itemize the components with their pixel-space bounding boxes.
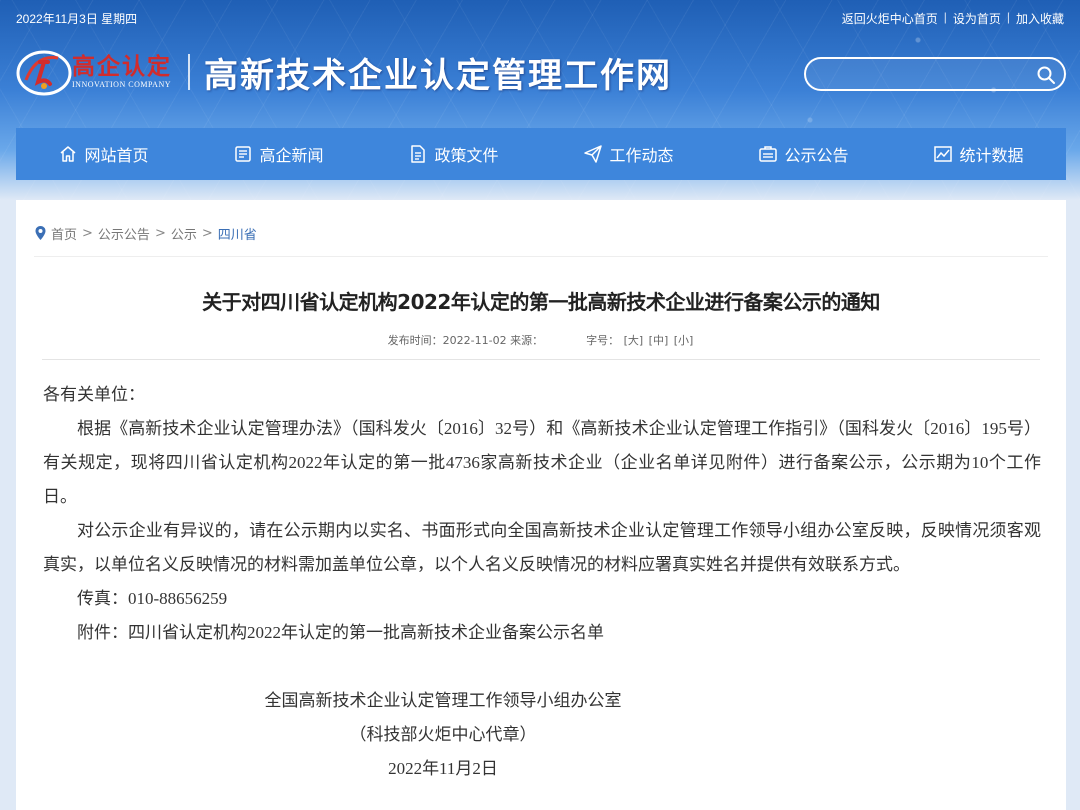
attachment-line: 附件：四川省认定机构2022年认定的第一批高新技术企业备案公示名单: [77, 623, 604, 642]
paragraph: 对公示企业有异议的，请在公示期内以实名、书面形式向全国高新技术企业认定管理工作领…: [43, 521, 1041, 574]
breadcrumb-current[interactable]: 四川省: [218, 224, 257, 243]
breadcrumb-separator: >: [201, 225, 213, 241]
signature-date: 2022年11月2日: [388, 759, 498, 778]
logo-en-text: INNOVATION COMPANY: [72, 80, 172, 89]
search-box: [804, 57, 1066, 91]
source-label: 来源：: [510, 334, 544, 347]
breadcrumb-separator: >: [154, 225, 166, 241]
nav-item-home[interactable]: 网站首页: [16, 128, 191, 180]
current-date: 2022年11月3日 星期四: [16, 12, 138, 26]
link-set-homepage[interactable]: 设为首页: [953, 10, 1001, 27]
font-size-small[interactable]: [小]: [674, 334, 694, 347]
logo-text: 高企认定 INNOVATION COMPANY: [72, 54, 172, 90]
search-input[interactable]: [818, 63, 1028, 85]
content-panel: 首页 > 公示公告 > 公示 > 四川省 关于对四川省认定机构2022年认定的第…: [16, 200, 1066, 810]
nav-item-stats[interactable]: 统计数据: [891, 128, 1066, 180]
news-icon: [235, 146, 252, 162]
main-nav: 网站首页 高企新闻 政策文件 工作动态 公示公告 统计数据: [16, 128, 1066, 180]
logo-cn-text: 高企认定: [72, 54, 172, 80]
site-title: 高新技术企业认定管理工作网: [204, 55, 672, 96]
breadcrumb-home[interactable]: 首页: [51, 224, 77, 243]
fontsize-label: 字号：: [586, 334, 620, 347]
nav-label: 工作动态: [609, 146, 674, 165]
font-size-medium[interactable]: [中]: [649, 334, 669, 347]
nav-label: 公示公告: [784, 146, 849, 165]
fax-line: 传真：010-88656259: [77, 589, 228, 608]
divider: [34, 256, 1048, 257]
link-add-favorite[interactable]: 加入收藏: [1016, 10, 1064, 27]
nav-label: 高企新闻: [259, 146, 324, 165]
notice-icon: [759, 146, 778, 162]
published-label: 发布时间：: [387, 334, 443, 347]
send-icon: [584, 145, 603, 163]
document-icon: [411, 145, 426, 163]
breadcrumb-publicity[interactable]: 公示: [171, 224, 197, 243]
home-icon: [60, 146, 76, 162]
nav-label: 政策文件: [434, 146, 499, 165]
salutation: 各有关单位：: [43, 385, 145, 404]
link-torch-home[interactable]: 返回火炬中心首页: [842, 10, 938, 27]
article-body: 各有关单位： 根据《高新技术企业认定管理办法》（国科发火〔2016〕32号）和《…: [43, 378, 1041, 786]
search-icon[interactable]: [1036, 65, 1056, 85]
top-bar: 2022年11月3日 星期四 返回火炬中心首页 | 设为首页 | 加入收藏: [16, 8, 1064, 28]
font-size-large[interactable]: [大]: [624, 334, 644, 347]
separator: |: [1006, 10, 1010, 24]
signature-seal: （科技部火炬中心代章）: [349, 725, 537, 744]
nav-item-work[interactable]: 工作动态: [541, 128, 716, 180]
breadcrumb-notices[interactable]: 公示公告: [98, 224, 150, 243]
logo-emblem-icon: [14, 42, 74, 102]
nav-label: 统计数据: [959, 146, 1024, 165]
location-pin-icon: [35, 226, 46, 240]
nav-item-policy[interactable]: 政策文件: [366, 128, 541, 180]
separator: |: [943, 10, 947, 24]
top-links: 返回火炬中心首页 | 设为首页 | 加入收藏: [842, 10, 1064, 27]
paragraph: 根据《高新技术企业认定管理办法》（国科发火〔2016〕32号）和《高新技术企业认…: [43, 419, 1041, 506]
breadcrumb: 首页 > 公示公告 > 公示 > 四川省: [34, 224, 257, 243]
site-logo[interactable]: 高企认定 INNOVATION COMPANY 高新技术企业认定管理工作网: [14, 42, 694, 102]
nav-item-news[interactable]: 高企新闻: [191, 128, 366, 180]
nav-item-notices[interactable]: 公示公告: [716, 128, 891, 180]
logo-divider: [188, 54, 190, 90]
breadcrumb-separator: >: [82, 225, 93, 241]
article-meta: 发布时间：2022-11-02 来源： 字号： [大] [中] [小]: [16, 332, 1066, 348]
chart-icon: [934, 146, 953, 162]
published-date: 2022-11-02: [442, 334, 507, 347]
article-title: 关于对四川省认定机构2022年认定的第一批高新技术企业进行备案公示的通知: [202, 290, 880, 314]
divider: [42, 359, 1040, 360]
nav-label: 网站首页: [84, 146, 149, 165]
signature-org: 全国高新技术企业认定管理工作领导小组办公室: [264, 691, 622, 710]
